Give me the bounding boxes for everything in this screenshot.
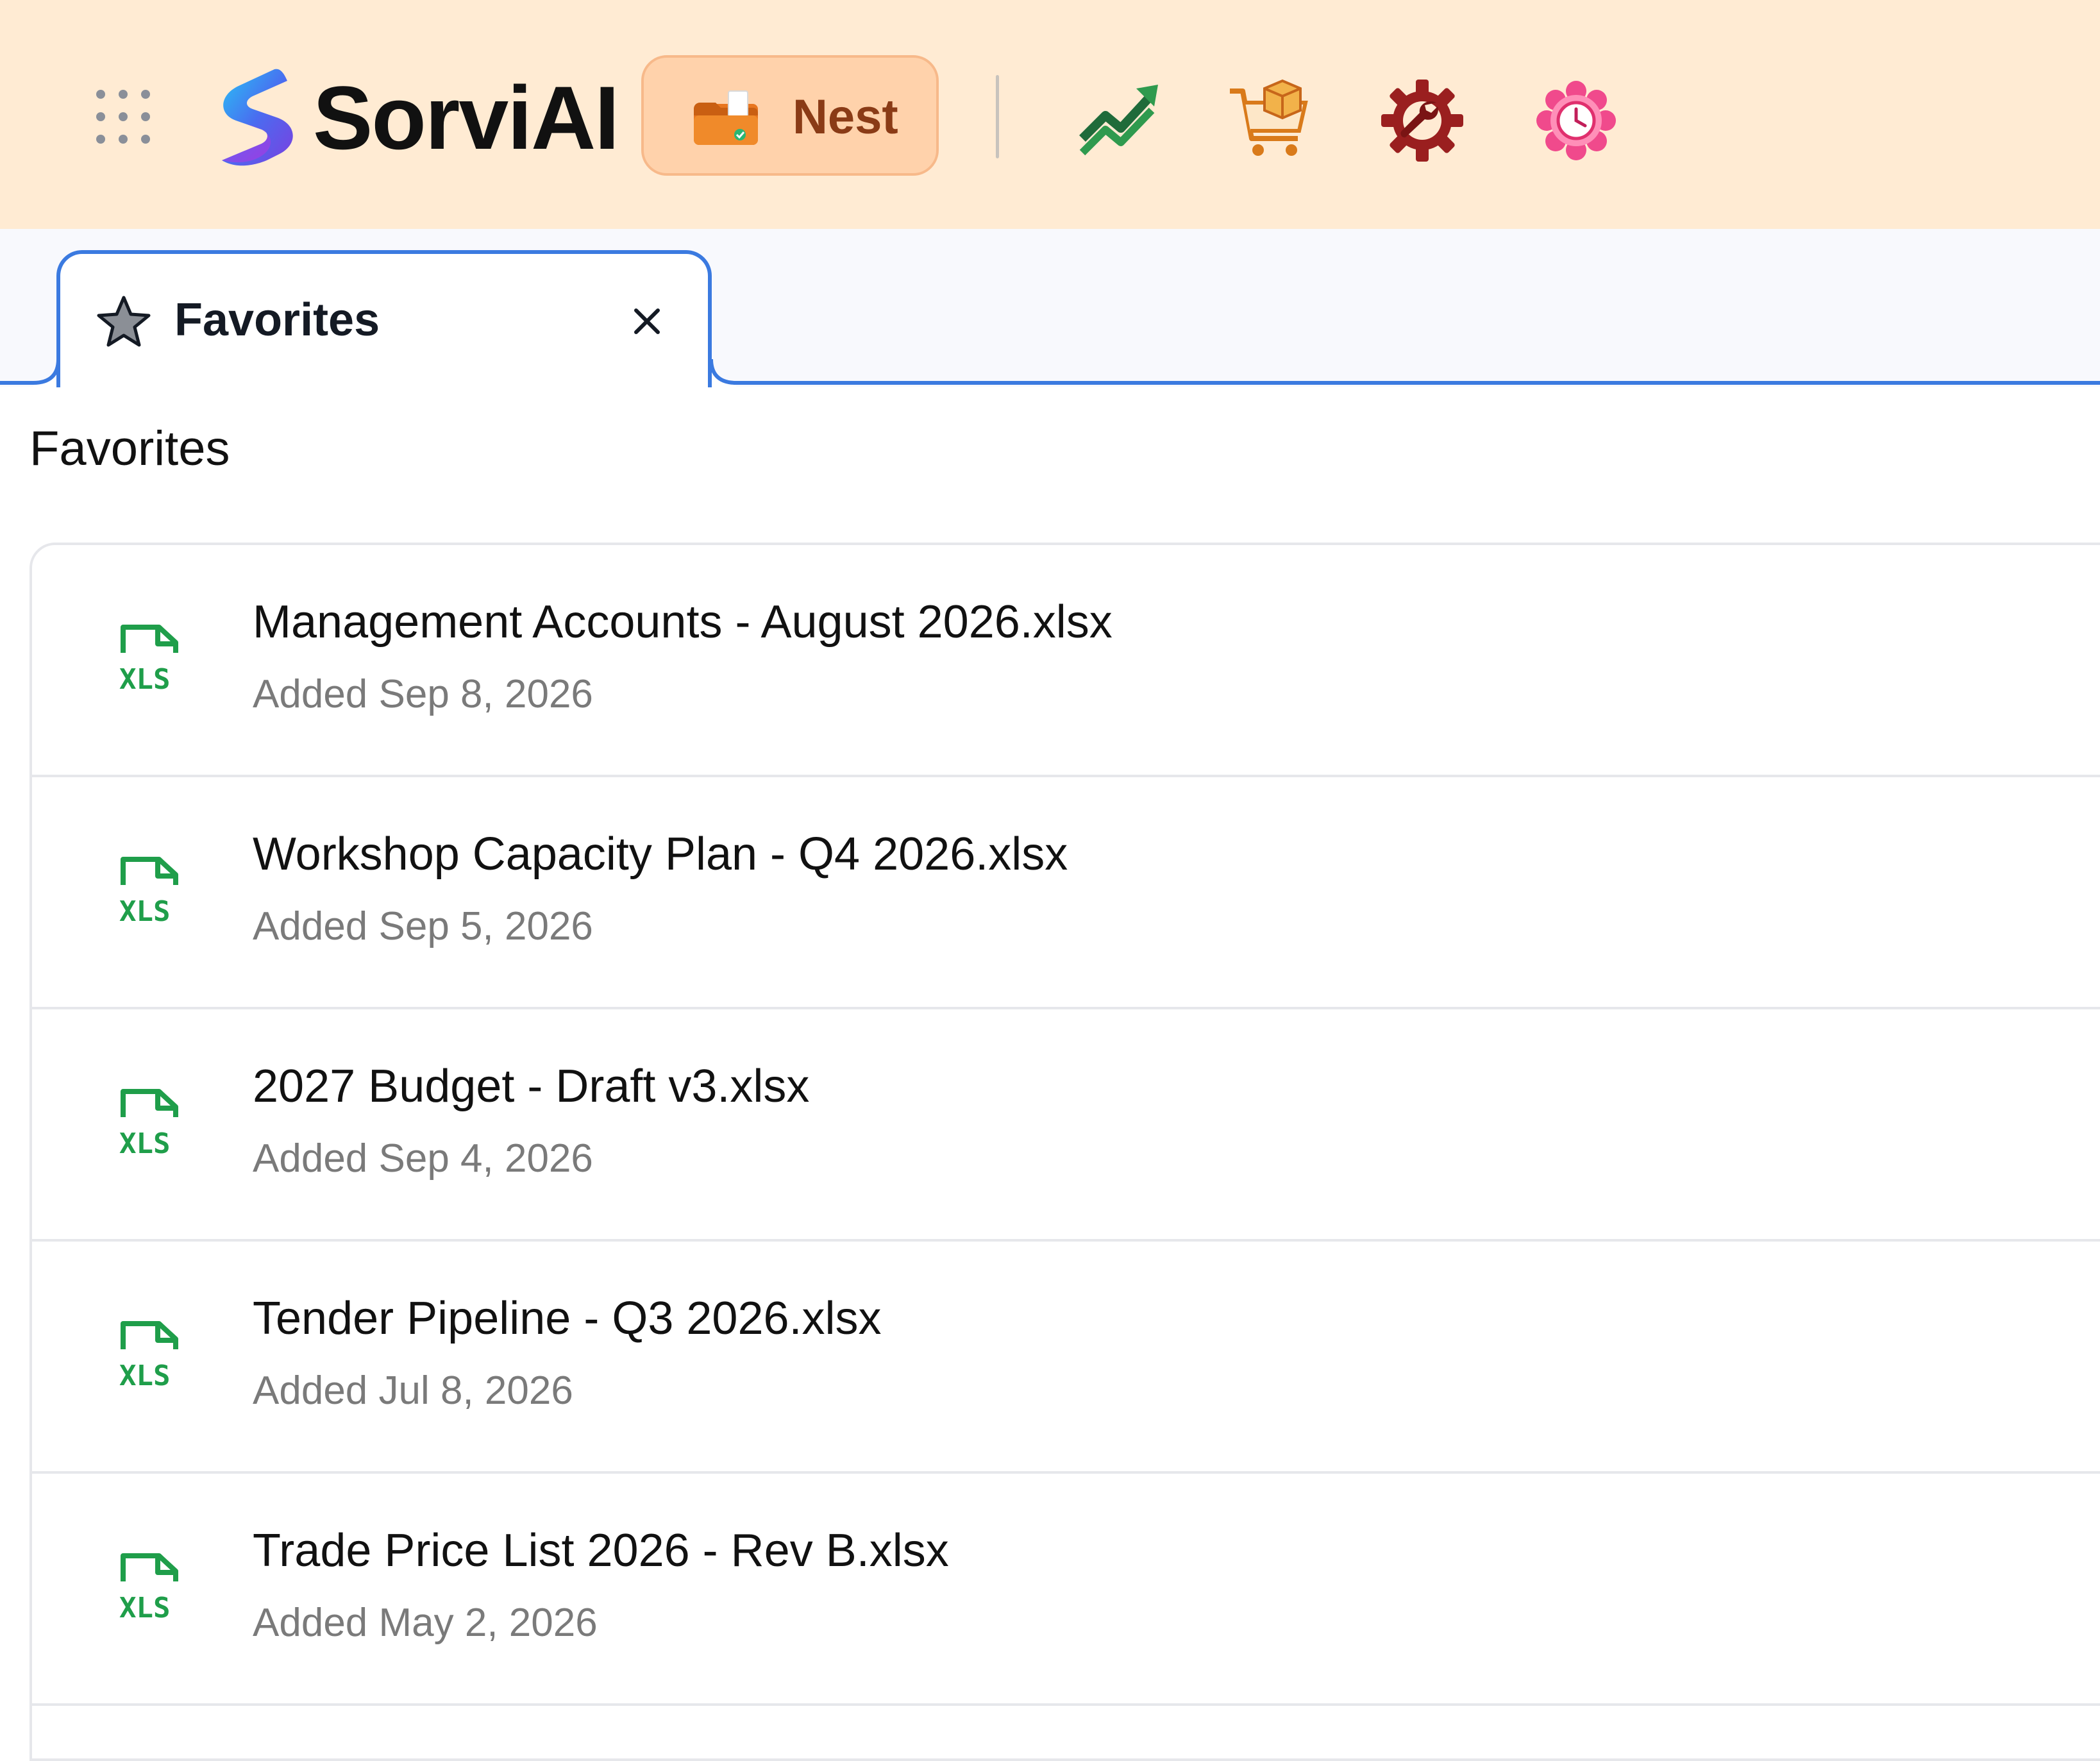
tab-favorites[interactable]: Favorites (56, 250, 712, 387)
svg-text:XLS: XLS (119, 1360, 170, 1389)
xls-file-icon: XLS (119, 857, 178, 925)
svg-text:XLS: XLS (119, 1127, 170, 1157)
page-title: Favorites (29, 421, 230, 476)
gear-wrench-icon[interactable] (1379, 77, 1466, 164)
file-name: Trade Price List 2026 - Rev B.xlsx (253, 1525, 949, 1576)
file-added-date: Added Jul 8, 2026 (253, 1369, 573, 1413)
file-row[interactable]: XLS 2027 Budget - Draft v3.xlsx Added Se… (32, 1009, 2100, 1242)
sorviai-logo-icon (222, 69, 293, 166)
file-name: Management Accounts - August 2026.xlsx (253, 596, 1113, 648)
file-name: Workshop Capacity Plan - Q4 2026.xlsx (253, 829, 1068, 880)
svg-text:XLS: XLS (119, 1592, 170, 1621)
svg-text:XLS: XLS (119, 895, 170, 925)
file-row[interactable]: XLS Management Accounts - August 2026.xl… (32, 545, 2100, 777)
nest-workspace-button[interactable]: Nest (641, 55, 939, 176)
tab-strip-underline-right (708, 381, 2100, 385)
clock-flower-icon[interactable] (1533, 77, 1620, 164)
tab-corner-right (708, 359, 736, 387)
xls-file-icon: XLS (119, 625, 178, 693)
tab-label: Favorites (174, 294, 380, 346)
top-bar: SorviAI Nest (0, 0, 2100, 229)
folder-document-icon (694, 90, 758, 145)
star-icon (97, 296, 151, 347)
cart-box-icon[interactable] (1226, 77, 1313, 164)
nest-button-label: Nest (793, 90, 898, 144)
xls-file-icon: XLS (119, 1089, 178, 1157)
file-added-date: Added Sep 4, 2026 (253, 1136, 593, 1181)
file-row[interactable]: XLS Workshop Capacity Plan - Q4 2026.xls… (32, 777, 2100, 1009)
file-added-date: Added May 2, 2026 (253, 1601, 598, 1645)
file-added-date: Added Sep 8, 2026 (253, 672, 593, 716)
brand-name: SorviAI (313, 67, 619, 168)
file-row[interactable]: XLS Tender Pipeline - Q3 2026.xlsx Added… (32, 1242, 2100, 1474)
xls-file-icon: XLS (119, 1553, 178, 1621)
svg-text:XLS: XLS (119, 663, 170, 693)
xls-file-icon: XLS (119, 1321, 178, 1389)
file-added-date: Added Sep 5, 2026 (253, 904, 593, 948)
file-name: 2027 Budget - Draft v3.xlsx (253, 1061, 810, 1112)
app-launcher-grid-icon[interactable] (96, 90, 150, 144)
header-divider (996, 75, 999, 158)
growth-chart-icon[interactable] (1076, 77, 1163, 164)
file-name: Tender Pipeline - Q3 2026.xlsx (253, 1293, 882, 1344)
file-row[interactable]: XLS Trade Price List 2026 - Rev B.xlsx A… (32, 1474, 2100, 1706)
close-icon[interactable] (625, 299, 669, 344)
favorites-list: XLS Management Accounts - August 2026.xl… (29, 543, 2100, 1761)
